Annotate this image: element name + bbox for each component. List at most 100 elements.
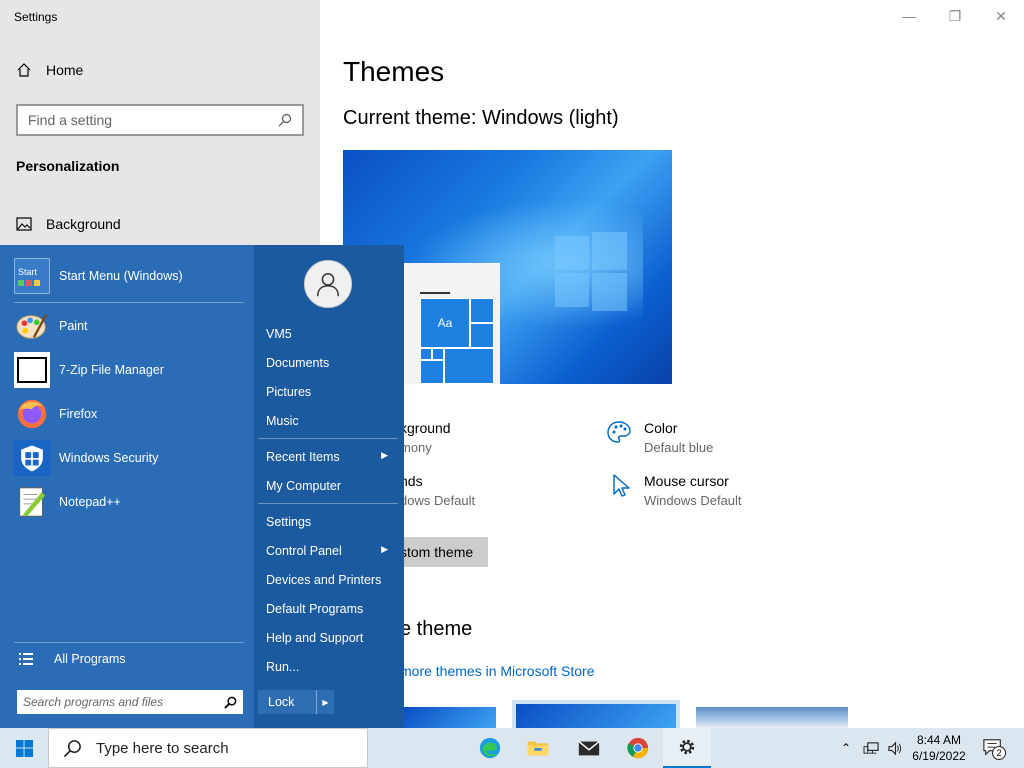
place-music[interactable]: Music: [266, 414, 396, 428]
chevron-right-icon: ▶: [381, 450, 388, 460]
search-programs-box[interactable]: [17, 690, 243, 714]
apply-theme-heading: e theme: [400, 618, 473, 640]
nav-background-label: Background: [46, 216, 121, 232]
prop-color[interactable]: Color Default blue: [644, 420, 713, 455]
palette-icon: [607, 421, 631, 443]
notification-badge: 2: [992, 746, 1006, 760]
find-setting-input[interactable]: [28, 112, 278, 128]
app-paint[interactable]: Paint: [14, 308, 88, 344]
prop-background-title: kground: [400, 420, 451, 436]
taskbar-search-box[interactable]: Type here to search: [48, 728, 368, 768]
app-start-menu-windows[interactable]: Start Start Menu (Windows): [14, 258, 183, 294]
app-label: Firefox: [59, 407, 98, 421]
tray-show-hidden[interactable]: ⌃: [836, 728, 856, 768]
theme-thumbnail[interactable]: [696, 707, 848, 728]
prop-sounds[interactable]: nds dows Default: [400, 473, 475, 508]
preview-tile: [470, 298, 494, 323]
all-programs-button[interactable]: All Programs: [18, 651, 126, 667]
place-run[interactable]: Run...: [266, 660, 396, 674]
clock-time: 8:44 AM: [916, 733, 962, 747]
place-default-programs[interactable]: Default Programs: [266, 602, 396, 616]
start-menu-app-icon: Start: [14, 258, 50, 294]
start-menu-programs-pane: Start Start Menu (Windows) Paint 7z 7-Zi…: [0, 245, 254, 728]
minimize-icon[interactable]: —: [886, 0, 932, 32]
place-devices-printers[interactable]: Devices and Printers: [266, 573, 396, 587]
prop-color-value: Default blue: [644, 440, 714, 455]
divider: [14, 302, 244, 303]
window-title: Settings: [14, 10, 58, 24]
divider: [258, 438, 398, 439]
clock-date: 6/19/2022: [912, 749, 966, 763]
tray-notifications[interactable]: 2: [978, 728, 1008, 768]
start-button[interactable]: [0, 728, 48, 768]
restore-icon[interactable]: ❐: [932, 0, 978, 32]
app-notepadpp[interactable]: Notepad++: [14, 484, 121, 520]
network-icon: [863, 741, 879, 754]
search-icon: [224, 696, 237, 709]
all-programs-label: All Programs: [54, 652, 126, 666]
preview-tiles: Aa: [420, 298, 494, 384]
chrome-icon: [627, 737, 649, 759]
file-explorer-icon: [527, 741, 549, 756]
search-icon: [278, 113, 292, 127]
app-windows-security[interactable]: Windows Security: [14, 440, 158, 476]
settings-gear-icon: [679, 739, 695, 755]
find-setting-box[interactable]: [16, 104, 304, 136]
theme-thumbnail-selected[interactable]: [512, 700, 680, 728]
picture-icon: [16, 217, 32, 231]
chevron-right-icon: ▶: [381, 544, 388, 554]
place-user[interactable]: VM5: [266, 327, 396, 341]
prop-mouse-cursor[interactable]: Mouse cursor Windows Default: [644, 473, 742, 508]
prop-cursor-title: Mouse cursor: [644, 473, 729, 489]
firefox-icon: [14, 396, 50, 432]
prop-background-value: mony: [400, 440, 432, 455]
tray-volume[interactable]: [884, 728, 906, 768]
nav-home[interactable]: Home: [16, 62, 83, 78]
search-icon: [63, 739, 81, 757]
place-pictures[interactable]: Pictures: [266, 385, 396, 399]
app-label: Notepad++: [59, 495, 121, 509]
preview-tile: [432, 348, 444, 360]
app-label: 7-Zip File Manager: [59, 363, 164, 377]
tray-network[interactable]: [860, 728, 882, 768]
taskbar-file-explorer[interactable]: [514, 728, 562, 768]
prop-sounds-value: dows Default: [400, 493, 476, 508]
page-title: Themes: [343, 56, 445, 87]
taskbar-settings[interactable]: [663, 728, 711, 768]
section-heading: Personalization: [16, 158, 120, 174]
place-my-computer[interactable]: My Computer: [266, 479, 396, 493]
prop-background[interactable]: kground mony: [400, 420, 451, 455]
store-themes-link[interactable]: more themes in Microsoft Store: [400, 663, 595, 679]
prop-cursor-value: Windows Default: [644, 493, 742, 508]
current-theme-label: Current theme: Windows (light): [343, 107, 619, 129]
theme-thumbnail[interactable]: [404, 707, 496, 728]
paint-icon: [14, 308, 50, 344]
taskbar-clock[interactable]: 8:44 AM 6/19/2022: [908, 732, 970, 764]
place-help-support[interactable]: Help and Support: [266, 631, 396, 645]
nav-background[interactable]: Background: [16, 216, 121, 232]
place-control-panel[interactable]: Control Panel ▶: [266, 544, 396, 558]
chevron-up-icon: ⌃: [840, 741, 852, 755]
chevron-right-icon[interactable]: ▶: [316, 690, 334, 714]
list-icon: [19, 653, 33, 665]
place-documents[interactable]: Documents: [266, 356, 396, 370]
windows-security-icon: [14, 440, 50, 476]
window-controls: — ❐ ✕: [886, 0, 1024, 32]
taskbar-chrome[interactable]: [614, 728, 662, 768]
place-control-panel-label: Control Panel: [266, 544, 342, 558]
preview-tile: [420, 348, 432, 360]
place-settings[interactable]: Settings: [266, 515, 396, 529]
taskbar-search-placeholder: Type here to search: [96, 739, 229, 757]
app-7zip[interactable]: 7z 7-Zip File Manager: [14, 352, 164, 388]
lock-button[interactable]: Lock ▶: [258, 690, 334, 714]
taskbar-mail[interactable]: [565, 728, 613, 768]
app-firefox[interactable]: Firefox: [14, 396, 97, 432]
taskbar-edge[interactable]: [466, 728, 514, 768]
place-recent-items[interactable]: Recent Items ▶: [266, 450, 396, 464]
close-icon[interactable]: ✕: [978, 0, 1024, 32]
user-avatar-icon[interactable]: [304, 260, 352, 308]
app-label: Start Menu (Windows): [59, 269, 183, 283]
windows-logo-icon: [555, 232, 627, 311]
app-label: Windows Security: [59, 451, 159, 465]
search-programs-input[interactable]: [23, 695, 224, 709]
